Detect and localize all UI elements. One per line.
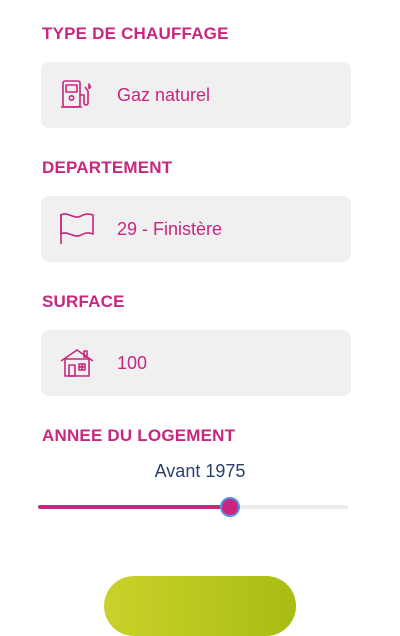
year-slider[interactable] — [38, 497, 348, 517]
surface-field[interactable]: 100 — [41, 330, 351, 396]
house-icon — [57, 343, 97, 383]
year-slider-value: Avant 1975 — [154, 461, 246, 481]
year-slider-fill — [38, 505, 230, 509]
heating-type-value: Gaz naturel — [117, 84, 211, 105]
department-label: DEPARTEMENT — [42, 158, 173, 177]
year-label: ANNEE DU LOGEMENT — [42, 426, 236, 445]
department-value: 29 - Finistère — [117, 218, 223, 239]
flag-icon — [57, 209, 97, 249]
surface-value: 100 — [117, 352, 148, 373]
heating-type-field[interactable]: Gaz naturel — [41, 62, 351, 128]
heating-type-label: TYPE DE CHAUFFAGE — [42, 24, 229, 43]
department-field[interactable]: 29 - Finistère — [41, 196, 351, 262]
submit-button[interactable] — [104, 576, 296, 636]
year-slider-thumb[interactable] — [220, 497, 240, 517]
surface-label: SURFACE — [42, 292, 125, 311]
fuel-pump-icon — [57, 75, 97, 115]
